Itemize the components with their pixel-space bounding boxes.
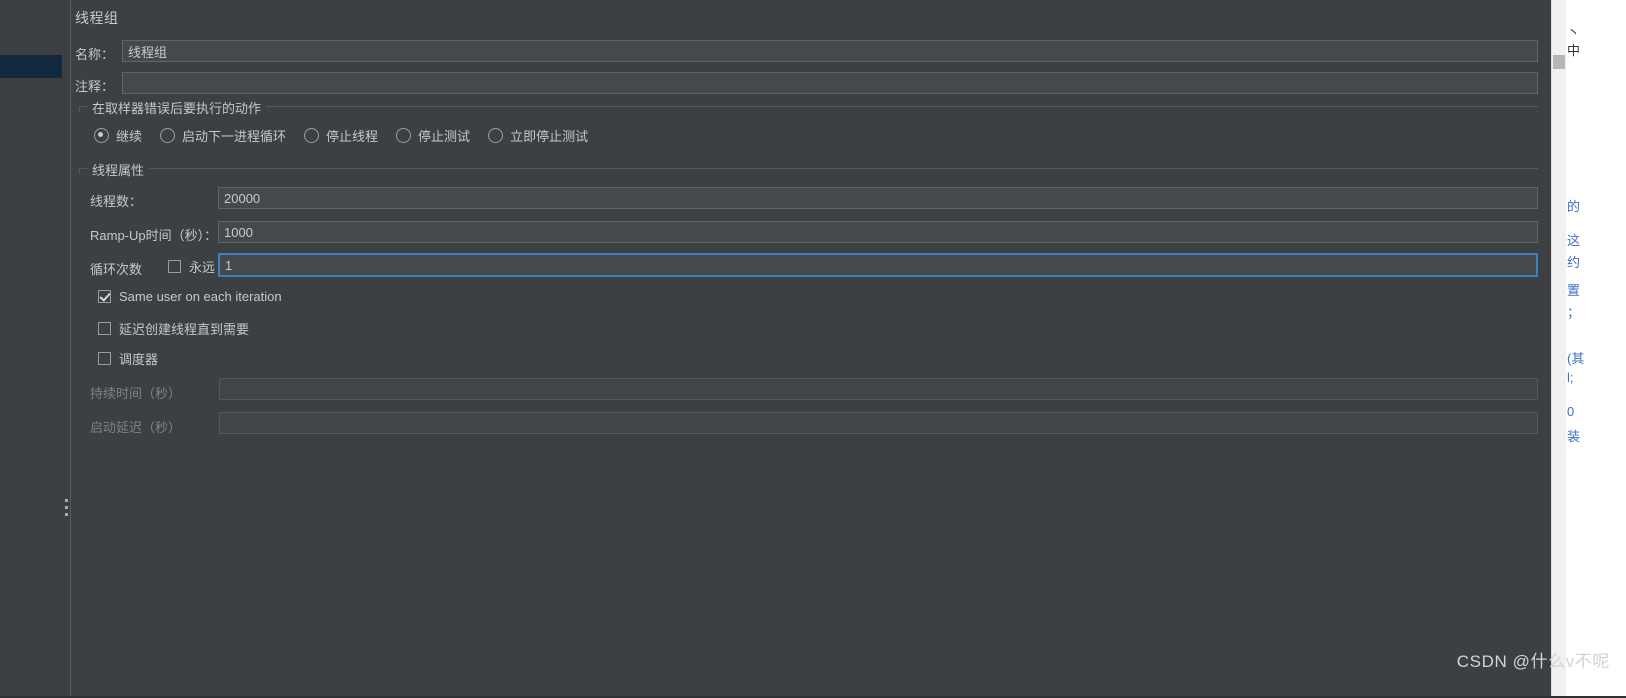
radio-start-next-loop-label: 启动下一进程循环 <box>182 129 287 144</box>
radio-start-next-loop[interactable]: 启动下一进程循环 <box>160 126 286 145</box>
tree-sidebar[interactable] <box>0 0 62 698</box>
forever-checkbox[interactable]: 永远 <box>168 257 215 276</box>
background-document: 丶 中 的 这 约 置 ； (其 l; 0 装 <box>1551 0 1626 698</box>
group-tick <box>79 107 80 112</box>
doc-text-line: ； <box>1567 305 1581 320</box>
doc-text-line: 的 <box>1567 199 1581 214</box>
same-user-label: Same user on each iteration <box>119 289 282 304</box>
name-input[interactable] <box>122 40 1538 62</box>
radio-unselected-icon <box>396 128 412 143</box>
thread-group-panel: 线程组 名称： 注释： 在取样器错误后要执行的动作 继续 启动下一进程循环 停止… <box>71 0 1551 698</box>
radio-stop-test-label: 停止测试 <box>418 129 471 144</box>
doc-text-line: 约 <box>1567 255 1581 270</box>
thread-properties-group-title: 线程属性 <box>87 160 150 179</box>
delay-thread-creation-checkbox[interactable]: 延迟创建线程直到需要 <box>98 319 249 338</box>
thread-count-label: 线程数： <box>90 194 143 209</box>
checkbox-unchecked-icon <box>98 352 111 365</box>
error-action-group: 在取样器错误后要执行的动作 <box>79 98 1538 117</box>
radio-unselected-icon <box>488 128 504 143</box>
radio-stop-thread-label: 停止线程 <box>326 129 379 144</box>
doc-text-line: (其 <box>1567 351 1585 366</box>
thread-count-input[interactable] <box>218 187 1538 209</box>
thread-properties-group: 线程属性 <box>79 160 1538 179</box>
panel-right-gap <box>1539 0 1551 698</box>
loop-count-label: 循环次数 <box>90 262 143 277</box>
error-action-radio-group[interactable]: 继续 启动下一进程循环 停止线程 停止测试 立即停止测试 <box>94 126 606 145</box>
comment-label: 注释： <box>75 79 115 94</box>
rampup-input[interactable] <box>218 221 1538 243</box>
radio-selected-icon <box>94 128 109 143</box>
doc-text-line: 装 <box>1567 429 1581 444</box>
splitter-grip-icon <box>65 499 68 516</box>
name-label: 名称： <box>75 47 115 62</box>
radio-stop-thread[interactable]: 停止线程 <box>304 126 378 145</box>
scheduler-checkbox[interactable]: 调度器 <box>98 349 158 368</box>
doc-text-line: 丶 <box>1567 25 1581 40</box>
doc-text-line: 中 <box>1567 43 1581 58</box>
startup-delay-input[interactable] <box>219 412 1538 434</box>
same-user-checkbox[interactable]: Same user on each iteration <box>98 289 282 304</box>
startup-delay-label: 启动延迟（秒） <box>90 420 182 435</box>
sidebar-item-selected[interactable] <box>0 55 62 78</box>
checkbox-checked-icon <box>98 290 111 303</box>
radio-unselected-icon <box>160 128 176 143</box>
loop-count-input[interactable] <box>218 253 1538 277</box>
radio-continue-label: 继续 <box>116 129 143 144</box>
radio-unselected-icon <box>304 128 320 143</box>
checkbox-unchecked-icon <box>98 322 111 335</box>
duration-input[interactable] <box>219 378 1538 400</box>
doc-text-line: 0 <box>1567 404 1575 419</box>
group-tick <box>79 169 80 174</box>
scrollbar-thumb[interactable] <box>1553 55 1565 69</box>
doc-text-line: 置 <box>1567 283 1581 298</box>
scheduler-label: 调度器 <box>119 352 159 367</box>
csdn-watermark: CSDN @什么v不呢 <box>1456 652 1610 671</box>
doc-text-line: l; <box>1567 370 1574 385</box>
delay-thread-creation-label: 延迟创建线程直到需要 <box>119 322 250 337</box>
page-title: 线程组 <box>75 10 119 26</box>
duration-label: 持续时间（秒） <box>90 386 182 401</box>
rampup-label: Ramp-Up时间（秒）： <box>90 228 218 243</box>
radio-continue[interactable]: 继续 <box>94 126 142 145</box>
app-root: 线程组 名称： 注释： 在取样器错误后要执行的动作 继续 启动下一进程循环 停止… <box>0 0 1626 698</box>
error-action-group-title: 在取样器错误后要执行的动作 <box>87 98 267 117</box>
radio-stop-test[interactable]: 停止测试 <box>396 126 470 145</box>
radio-stop-test-now-label: 立即停止测试 <box>510 129 589 144</box>
comment-input[interactable] <box>122 72 1538 94</box>
radio-stop-test-now[interactable]: 立即停止测试 <box>488 126 588 145</box>
checkbox-unchecked-icon <box>168 260 181 273</box>
doc-text-line: 这 <box>1567 233 1581 248</box>
forever-label: 永远 <box>189 260 216 275</box>
document-scrollbar[interactable] <box>1551 0 1566 698</box>
